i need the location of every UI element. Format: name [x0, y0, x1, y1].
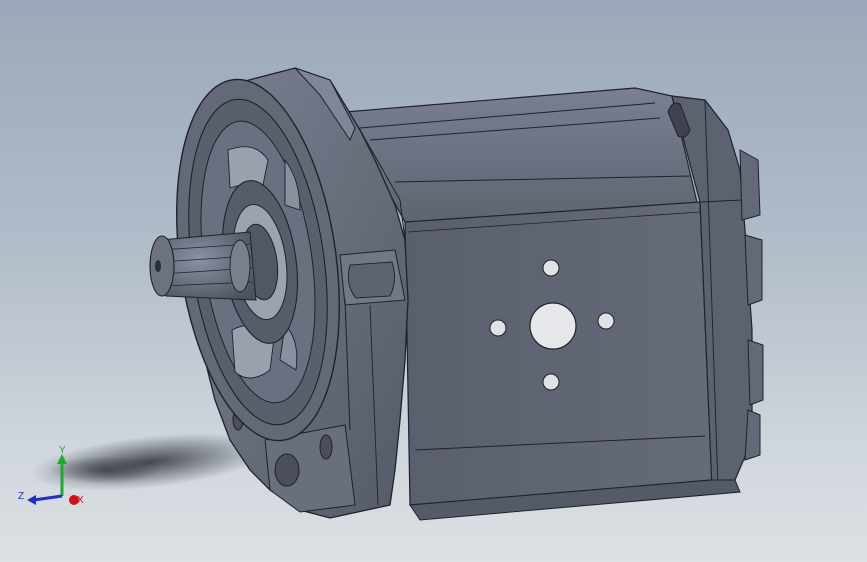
shaft-end	[149, 235, 175, 297]
graphics-viewport[interactable]: Y Z X	[0, 0, 867, 562]
port-main	[529, 302, 577, 350]
view-triad[interactable]: Y Z X	[14, 436, 94, 516]
triad-z-axis	[33, 494, 63, 502]
triad-z-label: Z	[18, 491, 24, 502]
body-top-face	[344, 87, 701, 223]
triad-y-label: Y	[59, 445, 66, 456]
port-bolt-bottom	[542, 373, 560, 391]
port-bolt-right	[597, 312, 615, 330]
lug-hole-1	[274, 453, 300, 487]
gear-pump-model[interactable]	[0, 0, 867, 562]
triad-z-arrow	[27, 495, 36, 505]
port-bolt-top	[542, 259, 560, 277]
lug-hole-2	[319, 434, 333, 460]
body-side-face	[404, 201, 713, 506]
triad-x-label: X	[77, 495, 84, 506]
port-bolt-left	[489, 319, 507, 337]
